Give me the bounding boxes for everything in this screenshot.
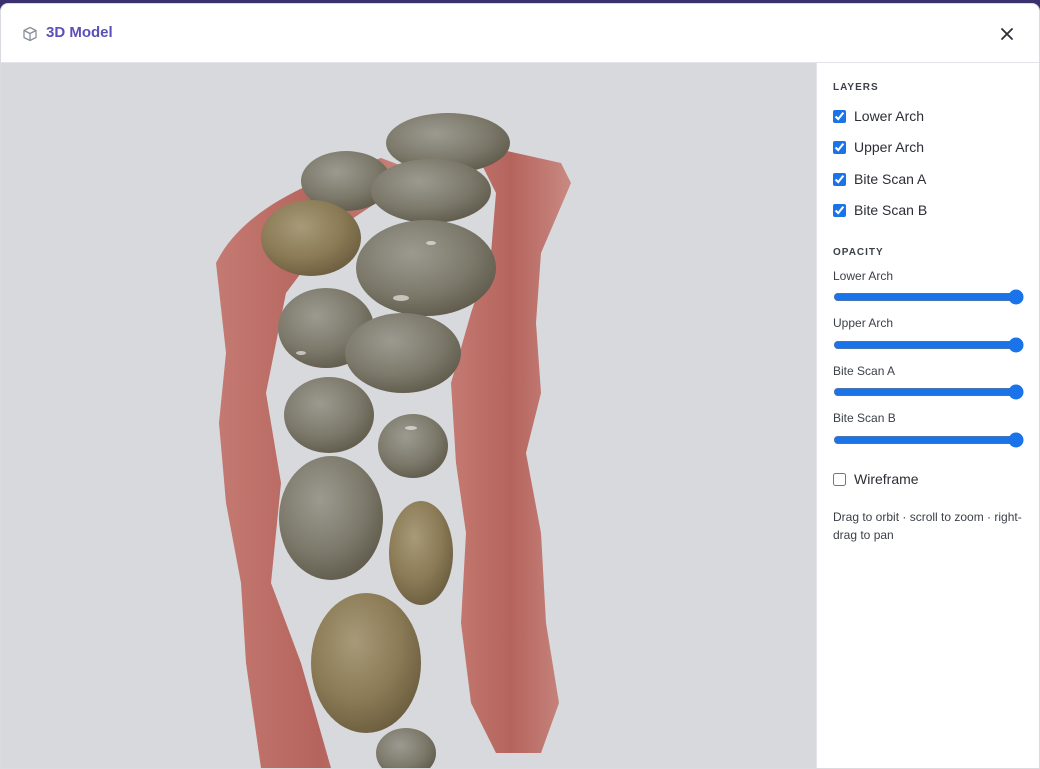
layer-toggle-lower-arch[interactable]: Lower Arch <box>833 107 924 125</box>
wireframe-label: Wireframe <box>854 471 919 487</box>
wireframe-checkbox[interactable] <box>833 472 846 486</box>
layer-checkbox-bite-scan-a[interactable] <box>833 172 846 186</box>
dental-model-render <box>216 113 571 768</box>
opacity-slider-bite-scan-b[interactable] <box>833 432 1024 448</box>
layer-toggle-bite-scan-a[interactable]: Bite Scan A <box>833 170 926 188</box>
opacity-slider-upper-arch[interactable] <box>833 337 1024 353</box>
opacity-label-bite-scan-b: Bite Scan B <box>833 411 896 425</box>
model-viewer-dialog: 3D Model LAYERS Lower Arch Upper Arch Bi… <box>0 3 1040 769</box>
layer-label: Bite Scan B <box>854 202 928 218</box>
opacity-label-bite-scan-a: Bite Scan A <box>833 364 896 378</box>
navigation-hint: Drag to orbit · scroll to zoom · right-d… <box>833 510 1022 542</box>
close-button[interactable] <box>997 24 1017 44</box>
cube-icon <box>23 26 37 42</box>
opacity-slider-bite-scan-a[interactable] <box>833 384 1024 400</box>
dialog-header: 3D Model <box>1 4 1039 63</box>
layer-label: Bite Scan A <box>854 171 927 187</box>
opacity-slider-lower-arch[interactable] <box>833 289 1024 305</box>
opacity-heading: OPACITY <box>833 247 884 258</box>
settings-panel: LAYERS Lower Arch Upper Arch Bite Scan A… <box>816 63 1039 768</box>
layer-label: Lower Arch <box>854 108 925 124</box>
opacity-label-upper-arch: Upper Arch <box>833 316 894 330</box>
layer-checkbox-upper-arch[interactable] <box>833 140 846 154</box>
layer-checkbox-bite-scan-b[interactable] <box>833 203 846 217</box>
layers-heading: LAYERS <box>833 82 879 93</box>
layer-checkbox-lower-arch[interactable] <box>833 109 846 123</box>
layer-toggle-bite-scan-b[interactable]: Bite Scan B <box>833 201 927 219</box>
3d-viewport[interactable] <box>1 63 816 768</box>
close-icon <box>1001 28 1013 40</box>
opacity-label-lower-arch: Lower Arch <box>833 269 894 283</box>
layer-label: Upper Arch <box>854 139 925 155</box>
wireframe-toggle[interactable]: Wireframe <box>833 470 919 488</box>
layer-toggle-upper-arch[interactable]: Upper Arch <box>833 138 924 156</box>
dialog-title: 3D Model <box>46 24 113 41</box>
